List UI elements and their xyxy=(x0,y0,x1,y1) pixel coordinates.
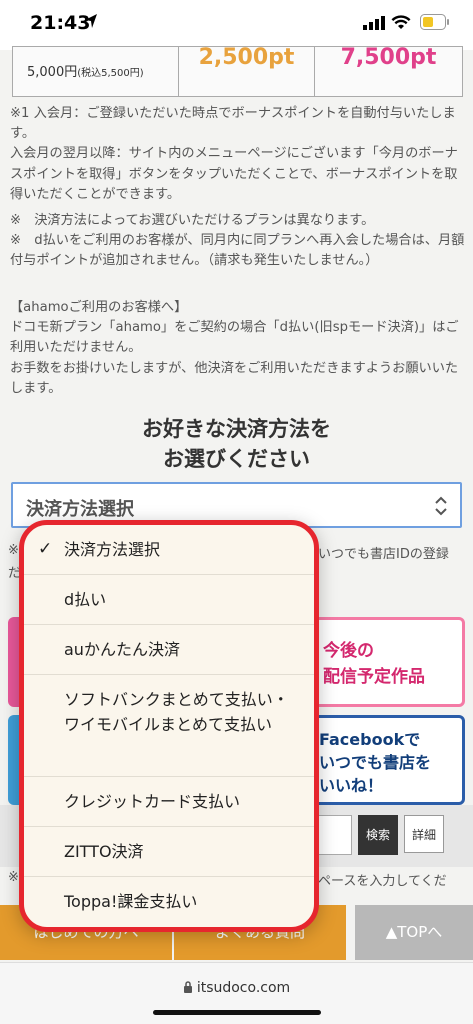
ahamo-note: 【ahamoご利用のお客様へ】 ドコモ新プラン「ahamo」をご契約の場合「d払… xyxy=(10,300,459,396)
option-credit-card[interactable]: クレジットカード支払い xyxy=(24,777,314,827)
points-cell-2: 7,500pt xyxy=(340,45,437,70)
home-indicator xyxy=(153,1010,321,1015)
payment-heading: お好きな決済方法を お選びください xyxy=(142,417,331,471)
detail-search-button[interactable]: 詳細 xyxy=(404,815,444,853)
status-bar: 21:43 xyxy=(0,0,473,50)
signal-icon xyxy=(363,16,385,30)
to-top-button[interactable]: ▲TOPへ xyxy=(355,905,473,960)
option-toppa[interactable]: Toppa!課金支払い xyxy=(24,877,314,927)
bonus-note: ※1 入会月：ご登録いただいた時点でボーナスポイントを自動付与いたします。 入会… xyxy=(10,106,458,202)
checkmark-icon: ✓ xyxy=(38,539,53,559)
price-cell: 5,000円(税込5,500円) xyxy=(13,47,179,96)
battery-icon xyxy=(420,14,449,30)
chevron-updown-icon xyxy=(435,496,447,516)
facebook-banner[interactable]: Facebookで いつでも書店を いいね！ xyxy=(308,715,465,805)
wifi-icon xyxy=(391,15,411,29)
select-value: 決済方法選択 xyxy=(26,499,134,520)
url-text: itsudoco.com xyxy=(0,980,473,996)
option-au-pay[interactable]: auかんたん決済 xyxy=(24,625,314,675)
bg-note-left: ※ xyxy=(8,543,19,558)
payment-note: ※ 決済方法によってお選びいただけるプランは異なります。 ※ d払いをご利用のお… xyxy=(10,213,465,269)
price-table: 5,000円(税込5,500円) 2,500pt 7,500pt xyxy=(12,46,463,97)
upcoming-works-banner[interactable]: 今後の 配信予定作品 xyxy=(308,617,465,707)
option-zitto[interactable]: ZITTO決済 xyxy=(24,827,314,877)
option-d-pay[interactable]: d払い xyxy=(24,575,314,625)
status-time: 21:43 xyxy=(30,12,91,34)
lock-icon xyxy=(183,981,192,993)
points-cell-1: 2,500pt xyxy=(179,47,315,96)
bg-note-right: いつでも書店IDの登録 xyxy=(318,547,449,562)
search-note-right: ペースを入力してくだ xyxy=(318,874,447,889)
option-softbank-ymobile[interactable]: ソフトバンクまとめて支払い・ワイモバイルまとめて支払い xyxy=(24,675,314,777)
option-select-method[interactable]: ✓ 決済方法選択 xyxy=(24,525,314,575)
payment-method-dropdown: ✓ 決済方法選択 d払い auかんたん決済 ソフトバンクまとめて支払い・ワイモバイ… xyxy=(19,520,319,932)
location-arrow-icon xyxy=(85,14,97,28)
search-note-left: ※ xyxy=(8,870,19,885)
search-button[interactable]: 検索 xyxy=(358,815,398,855)
